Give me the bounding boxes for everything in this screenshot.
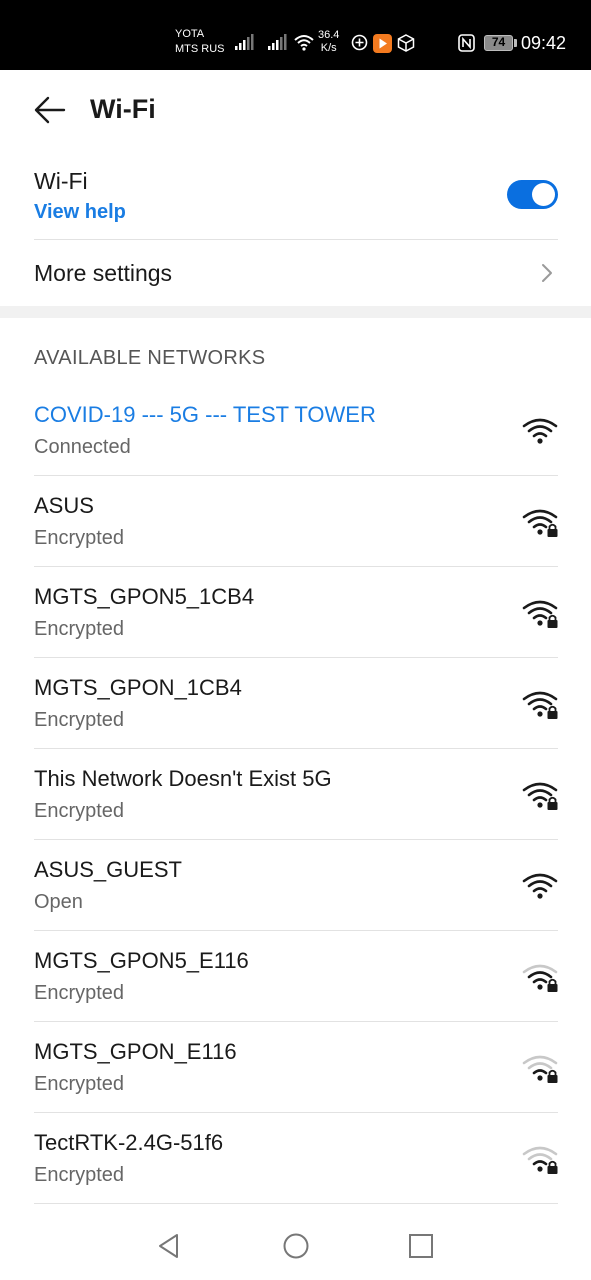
- battery-tip: [514, 39, 517, 47]
- status-icon: [351, 34, 368, 51]
- navigation-bar: [0, 1212, 591, 1280]
- more-settings-row[interactable]: More settings: [0, 241, 591, 306]
- network-item[interactable]: This Network Doesn't Exist 5G Encrypted: [0, 749, 591, 840]
- section-separator: [0, 306, 591, 318]
- nav-home-icon[interactable]: [282, 1232, 310, 1260]
- back-arrow-icon[interactable]: [34, 96, 66, 124]
- speed-value: 36.4: [318, 29, 340, 41]
- network-name: MGTS_GPON5_1CB4: [34, 584, 255, 609]
- wifi-lock-icon: [522, 1055, 558, 1083]
- battery-icon: 74: [484, 35, 513, 51]
- wifi-label: Wi-Fi: [34, 168, 88, 194]
- network-name: This Network Doesn't Exist 5G: [34, 766, 332, 791]
- box-icon: [397, 34, 415, 52]
- wifi-toggle-row[interactable]: Wi-Fi View help: [0, 160, 591, 240]
- network-status: Open: [34, 891, 83, 913]
- wifi-icon: [522, 873, 558, 899]
- network-speed: 36.4 K/s: [318, 29, 339, 55]
- status-bar: YOTA MTS RUS 36.4 K/s 74 09:42: [0, 0, 591, 70]
- network-status: Encrypted: [34, 618, 125, 640]
- wifi-lock-icon: [522, 509, 558, 537]
- nav-back-icon[interactable]: [155, 1232, 183, 1260]
- network-status: Encrypted: [34, 527, 125, 549]
- app-header: Wi-Fi: [0, 70, 591, 150]
- page-title: Wi-Fi: [90, 94, 156, 124]
- network-item[interactable]: COVID-19 --- 5G --- TEST TOWER Connected: [0, 385, 591, 476]
- view-help-link[interactable]: View help: [34, 201, 126, 224]
- network-status: Encrypted: [34, 709, 125, 731]
- signal-icon: [235, 34, 254, 50]
- network-item[interactable]: MGTS_GPON_1CB4 Encrypted: [0, 658, 591, 749]
- network-item[interactable]: ASUS_GUEST Open: [0, 840, 591, 931]
- carrier-labels: YOTA MTS RUS: [175, 27, 225, 57]
- network-name: COVID-19 --- 5G --- TEST TOWER: [34, 402, 376, 427]
- network-status: Encrypted: [34, 1073, 125, 1095]
- network-status: Connected: [34, 436, 131, 458]
- network-name: MGTS_GPON_E116: [34, 1039, 237, 1064]
- wifi-lock-icon: [522, 691, 558, 719]
- play-icon: [373, 34, 392, 53]
- network-status: Encrypted: [34, 982, 125, 1004]
- network-list: COVID-19 --- 5G --- TEST TOWER Connected A…: [0, 385, 591, 1204]
- network-status: Encrypted: [34, 800, 125, 822]
- wifi-lock-icon: [522, 600, 558, 628]
- speed-unit: K/s: [320, 42, 337, 54]
- divider: [34, 1203, 558, 1204]
- network-status: Encrypted: [34, 1164, 125, 1186]
- network-name: TectRTK-2.4G-51f6: [34, 1130, 224, 1155]
- carrier-1: YOTA: [175, 28, 205, 40]
- clock: 09:42: [521, 33, 567, 53]
- network-item[interactable]: TectRTK-2.4G-51f6 Encrypted: [0, 1113, 591, 1204]
- wifi-lock-icon: [522, 1146, 558, 1174]
- network-item[interactable]: ASUS Encrypted: [0, 476, 591, 567]
- toggle-knob: [532, 183, 555, 206]
- more-settings-label: More settings: [34, 260, 173, 286]
- wifi-icon: [294, 35, 314, 51]
- network-name: MGTS_GPON5_E116: [34, 948, 249, 973]
- network-name: ASUS: [34, 493, 94, 518]
- divider: [34, 239, 558, 240]
- chevron-right-icon: [542, 264, 552, 282]
- network-name: MGTS_GPON_1CB4: [34, 675, 242, 700]
- network-item[interactable]: MGTS_GPON_E116 Encrypted: [0, 1022, 591, 1113]
- wifi-toggle[interactable]: [507, 180, 558, 209]
- nfc-icon: [458, 34, 475, 52]
- wifi-lock-icon: [522, 964, 558, 992]
- available-networks-title: AVAILABLE NETWORKS: [34, 347, 266, 369]
- carrier-2: MTS RUS: [175, 43, 225, 55]
- wifi-icon: [522, 418, 558, 444]
- network-item[interactable]: MGTS_GPON5_1CB4 Encrypted: [0, 567, 591, 658]
- network-name: ASUS_GUEST: [34, 857, 182, 882]
- signal-icon: [268, 34, 287, 50]
- network-item[interactable]: MGTS_GPON5_E116 Encrypted: [0, 931, 591, 1022]
- wifi-lock-icon: [522, 782, 558, 810]
- nav-recents-icon[interactable]: [408, 1233, 434, 1259]
